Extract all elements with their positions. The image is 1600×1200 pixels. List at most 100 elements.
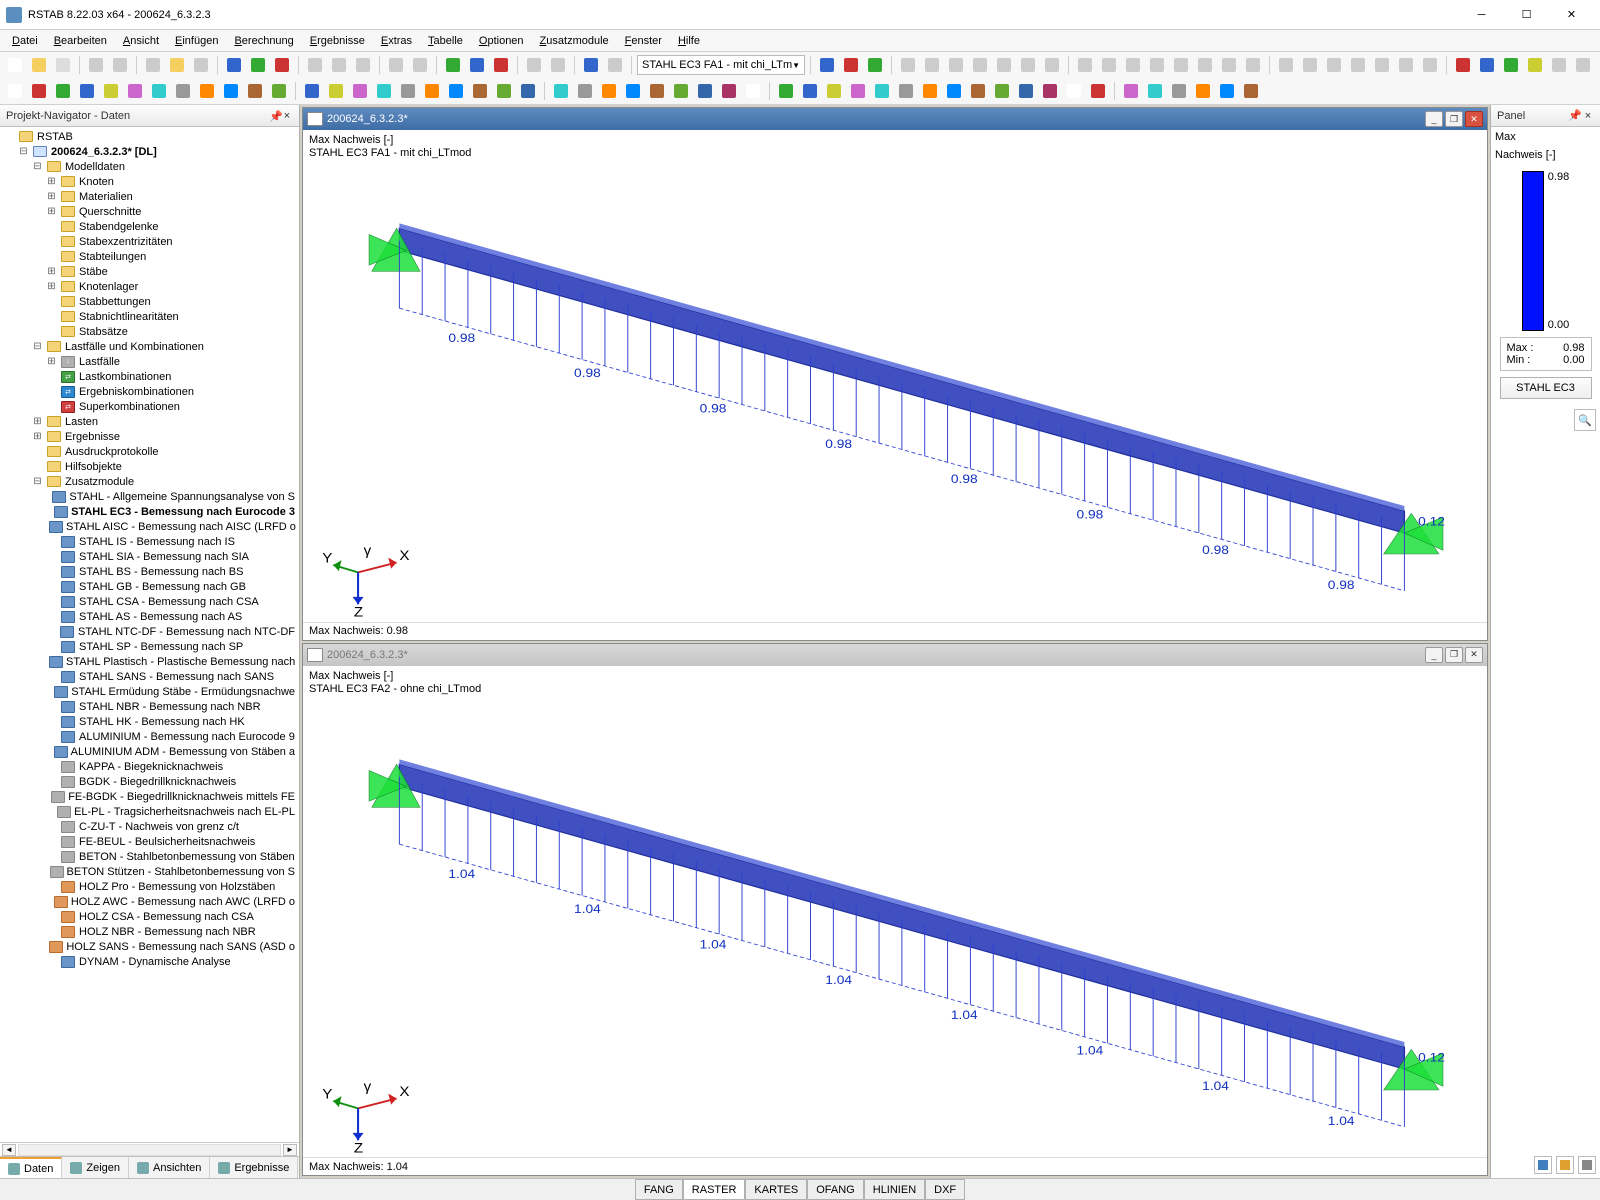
toolbar-button[interactable]	[196, 80, 218, 102]
toolbar-button[interactable]	[1218, 54, 1240, 76]
toolbar-button[interactable]	[190, 54, 212, 76]
toolbar-button[interactable]	[1419, 54, 1441, 76]
toolbar-button[interactable]	[1240, 80, 1262, 102]
expand-icon[interactable]: ⊞	[46, 191, 57, 202]
toolbar-button[interactable]	[28, 54, 50, 76]
navigator-tree[interactable]: RSTAB⊟200624_6.3.2.3* [DL]⊟Modelldaten⊞K…	[0, 127, 299, 1142]
toolbar-button[interactable]	[76, 80, 98, 102]
toolbar-button[interactable]	[445, 80, 467, 102]
tree-item[interactable]: ⇄Lastkombinationen	[4, 369, 299, 384]
view-min-icon[interactable]: _	[1425, 647, 1443, 663]
expand-icon[interactable]: ⊞	[32, 416, 43, 427]
toolbar-button[interactable]	[1063, 80, 1085, 102]
toolbar-button[interactable]	[993, 54, 1015, 76]
tree-item[interactable]: EL-PL - Tragsicherheitsnachweis nach EL-…	[4, 804, 299, 819]
toolbar-button[interactable]	[550, 80, 572, 102]
nav-tab-ansichten[interactable]: Ansichten	[129, 1157, 210, 1178]
toolbar-button[interactable]	[967, 80, 989, 102]
tree-item[interactable]: FE-BGDK - Biegedrillknicknachweis mittel…	[4, 789, 299, 804]
toolbar-button[interactable]	[1548, 54, 1570, 76]
tree-item[interactable]: BETON Stützen - Stahlbetonbemessung von …	[4, 864, 299, 879]
toolbar-button[interactable]	[268, 80, 290, 102]
toolbar-button[interactable]	[943, 80, 965, 102]
tree-item[interactable]: STAHL AS - Bemessung nach AS	[4, 609, 299, 624]
toolbar-button[interactable]	[442, 54, 464, 76]
toolbar-button[interactable]	[574, 80, 596, 102]
toolbar-button[interactable]	[1500, 54, 1522, 76]
toolbar-button[interactable]	[52, 80, 74, 102]
tree-item[interactable]: Stabteilungen	[4, 249, 299, 264]
tree-item[interactable]: HOLZ CSA - Bemessung nach CSA	[4, 909, 299, 924]
view-min-icon[interactable]: _	[1425, 111, 1443, 127]
toolbar-button[interactable]	[85, 54, 107, 76]
pin-icon[interactable]: 📌	[1568, 109, 1582, 122]
toolbar-button[interactable]	[469, 80, 491, 102]
nav-tab-zeigen[interactable]: Zeigen	[62, 1157, 129, 1178]
module-button[interactable]: STAHL EC3	[1500, 377, 1592, 399]
tree-item[interactable]: STAHL BS - Bemessung nach BS	[4, 564, 299, 579]
toolbar-button[interactable]	[325, 80, 347, 102]
toolbar-button[interactable]	[409, 54, 431, 76]
panel-tool-1[interactable]	[1534, 1156, 1552, 1174]
toolbar-button[interactable]	[28, 80, 50, 102]
expand-icon[interactable]: ⊞	[32, 431, 43, 442]
status-kartes[interactable]: KARTES	[745, 1179, 807, 1200]
toolbar-button[interactable]	[301, 80, 323, 102]
toolbar-button[interactable]	[4, 54, 26, 76]
toolbar-button[interactable]	[490, 54, 512, 76]
toolbar-button[interactable]	[991, 80, 1013, 102]
scroll-left-icon[interactable]: ◄	[2, 1144, 16, 1156]
toolbar-button[interactable]	[694, 80, 716, 102]
view-bottom-titlebar[interactable]: 200624_6.3.2.3* _ ❐ ✕	[303, 644, 1487, 666]
tree-item[interactable]: Stabexzentrizitäten	[4, 234, 299, 249]
toolbar-button[interactable]	[969, 54, 991, 76]
zoom-icon[interactable]: 🔍	[1574, 409, 1596, 431]
expand-icon[interactable]: ⊞	[46, 206, 57, 217]
tree-item[interactable]: HOLZ NBR - Bemessung nach NBR	[4, 924, 299, 939]
toolbar-button[interactable]	[1168, 80, 1190, 102]
view-max-icon[interactable]: ❐	[1445, 111, 1463, 127]
expand-icon[interactable]: ⊟	[32, 161, 43, 172]
tree-item[interactable]: ⊞Stäbe	[4, 264, 299, 279]
expand-icon[interactable]: ⊞	[46, 281, 57, 292]
view-top-canvas[interactable]: Max Nachweis [-] STAHL EC3 FA1 - mit chi…	[303, 130, 1487, 622]
toolbar-button[interactable]	[397, 80, 419, 102]
toolbar-button[interactable]	[799, 80, 821, 102]
tree-item[interactable]: BETON - Stahlbetonbemessung von Stäben	[4, 849, 299, 864]
toolbar-button[interactable]	[124, 80, 146, 102]
toolbar-button[interactable]	[895, 80, 917, 102]
toolbar-button[interactable]	[919, 80, 941, 102]
expand-icon[interactable]: ⊟	[32, 341, 43, 352]
tree-item[interactable]: Hilfsobjekte	[4, 459, 299, 474]
tree-item[interactable]: STAHL SANS - Bemessung nach SANS	[4, 669, 299, 684]
tree-item[interactable]: ⊞Materialien	[4, 189, 299, 204]
toolbar-button[interactable]	[523, 54, 545, 76]
tree-item[interactable]: STAHL NBR - Bemessung nach NBR	[4, 699, 299, 714]
toolbar-button[interactable]	[349, 80, 371, 102]
view-max-icon[interactable]: ❐	[1445, 647, 1463, 663]
view-close-icon[interactable]: ✕	[1465, 647, 1483, 663]
toolbar-button[interactable]	[244, 80, 266, 102]
toolbar-button[interactable]	[1242, 54, 1264, 76]
tree-hscroll[interactable]: ◄ ►	[0, 1142, 299, 1156]
view-close-icon[interactable]: ✕	[1465, 111, 1483, 127]
toolbar-button[interactable]	[823, 80, 845, 102]
expand-icon[interactable]: ⊞	[46, 176, 57, 187]
toolbar-button[interactable]	[1098, 54, 1120, 76]
tree-item[interactable]: KAPPA - Biegeknicknachweis	[4, 759, 299, 774]
toolbar-button[interactable]	[670, 80, 692, 102]
toolbar-button[interactable]	[1476, 54, 1498, 76]
expand-icon[interactable]: ⊞	[46, 266, 57, 277]
tree-item[interactable]: Stabbettungen	[4, 294, 299, 309]
tree-item[interactable]: C-ZU-T - Nachweis von grenz c/t	[4, 819, 299, 834]
menu-bearbeiten[interactable]: Bearbeiten	[46, 33, 115, 49]
tree-item[interactable]: STAHL NTC-DF - Bemessung nach NTC-DF	[4, 624, 299, 639]
close-button[interactable]: ✕	[1549, 1, 1594, 29]
toolbar-button[interactable]	[1192, 80, 1214, 102]
toolbar-button[interactable]	[1041, 54, 1063, 76]
toolbar-button[interactable]	[466, 54, 488, 76]
toolbar-button[interactable]	[1323, 54, 1345, 76]
toolbar-button[interactable]	[945, 54, 967, 76]
status-hlinien[interactable]: HLINIEN	[864, 1179, 925, 1200]
toolbar-button[interactable]	[517, 80, 539, 102]
